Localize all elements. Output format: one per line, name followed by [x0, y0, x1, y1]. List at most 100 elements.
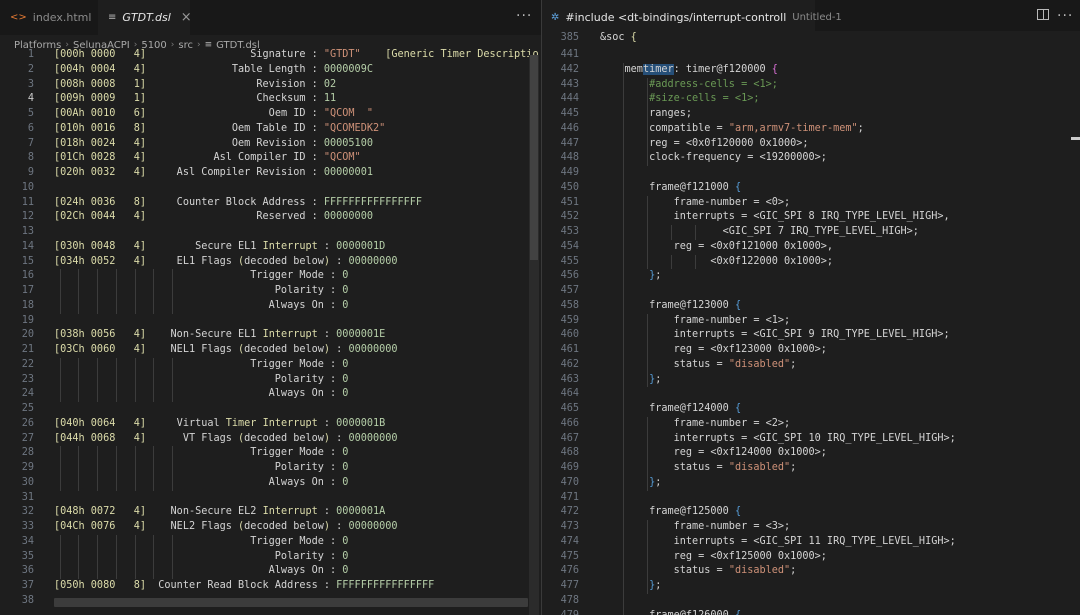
tab-gtdt-dsl[interactable]: ≡ GTDT.dsl × [98, 0, 192, 35]
code-line[interactable]: 468 reg = <0xf124000 0x1000>; [541, 446, 1080, 461]
code-line[interactable]: 451 frame-number = <0>; [541, 196, 1080, 211]
code-line[interactable]: 19 [0, 314, 541, 329]
code-line[interactable]: 15 [034h 0052 4] EL1 Flags (decoded below… [0, 255, 541, 270]
code-line[interactable]: 4 [009h 0009 1] Checksum : 11 [0, 92, 541, 107]
code-line[interactable]: 21 [03Ch 0060 4] NEL1 Flags (decoded belo… [0, 343, 541, 358]
code-line[interactable]: 22 Trigger Mode : 0 [0, 358, 541, 373]
code-line[interactable]: 16 Trigger Mode : 0 [0, 269, 541, 284]
code-line[interactable]: 26 [040h 0064 4] Virtual Timer Interrupt … [0, 417, 541, 432]
code-line[interactable]: 441 [541, 48, 1080, 63]
code-line[interactable]: 447 reg = <0x0f120000 0x1000>; [541, 137, 1080, 152]
line-number: 447 [560, 137, 579, 149]
code-line[interactable]: 458 frame@f123000 { [541, 299, 1080, 314]
code-line[interactable]: 461 reg = <0xf123000 0x1000>; [541, 343, 1080, 358]
code-line[interactable]: 2 [004h 0004 4] Table Length : 0000009C [0, 63, 541, 78]
code-line[interactable]: 473 frame-number = <3>; [541, 520, 1080, 535]
code-line[interactable]: 467 interrupts = <GIC_SPI 10 IRQ_TYPE_LE… [541, 432, 1080, 447]
vertical-scrollbar[interactable] [1068, 35, 1078, 615]
code-line[interactable]: 31 [0, 491, 541, 506]
split-editor-icon[interactable] [1037, 9, 1049, 20]
code-line[interactable]: 445 ranges; [541, 107, 1080, 122]
code-line[interactable]: 3 [008h 0008 1] Revision : 02 [0, 78, 541, 93]
code-line[interactable]: 27 [044h 0068 4] VT Flags (decoded below)… [0, 432, 541, 447]
code-line[interactable]: 474 interrupts = <GIC_SPI 11 IRQ_TYPE_LE… [541, 535, 1080, 550]
code-line[interactable]: 469 status = "disabled"; [541, 461, 1080, 476]
code-line[interactable]: 455 <0x0f122000 0x1000>; [541, 255, 1080, 270]
code-line[interactable]: 443 #address-cells = <1>; [541, 78, 1080, 93]
token: Oem Revision : [146, 137, 324, 149]
code-line[interactable]: 450 frame@f121000 { [541, 181, 1080, 196]
code-line[interactable]: 477 }; [541, 579, 1080, 594]
sticky-scroll-header[interactable]: 385 &soc { [541, 31, 1080, 47]
code-line[interactable]: 465 frame@f124000 { [541, 402, 1080, 417]
code-line[interactable]: 17 Polarity : 0 [0, 284, 541, 299]
code-line[interactable]: 10 [0, 181, 541, 196]
line-number: 14 [21, 240, 34, 252]
code-line[interactable]: 14 [030h 0048 4] Secure EL1 Interrupt : 0… [0, 240, 541, 255]
code-line[interactable]: 478 [541, 594, 1080, 609]
code-line[interactable]: 452 interrupts = <GIC_SPI 8 IRQ_TYPE_LEV… [541, 210, 1080, 225]
code-line[interactable]: 464 [541, 387, 1080, 402]
code-editor-gtdt[interactable]: 1 [000h 0000 4] Signature : "GTDT" [Gener… [0, 48, 541, 615]
code-line[interactable]: 29 Polarity : 0 [0, 461, 541, 476]
code-line[interactable]: 385 &soc { [541, 31, 1080, 46]
code-line[interactable]: 8 [01Ch 0028 4] Asl Compiler ID : "QCOM" [0, 151, 541, 166]
more-actions-icon[interactable]: ··· [516, 8, 532, 24]
code-line[interactable]: 18 Always On : 0 [0, 299, 541, 314]
code-line[interactable]: 33 [04Ch 0076 4] NEL2 Flags (decoded belo… [0, 520, 541, 535]
code-line[interactable]: 28 Trigger Mode : 0 [0, 446, 541, 461]
line-number: 460 [560, 329, 579, 341]
code-line[interactable]: 457 [541, 284, 1080, 299]
code-line[interactable]: 460 interrupts = <GIC_SPI 9 IRQ_TYPE_LEV… [541, 328, 1080, 343]
code-line[interactable]: 37 [050h 0080 8] Counter Read Block Addre… [0, 579, 541, 594]
code-line[interactable]: 448 clock-frequency = <19200000>; [541, 151, 1080, 166]
line-code: [020h 0032 4] Asl Compiler Revision : 00… [54, 166, 373, 181]
code-line[interactable]: 24 Always On : 0 [0, 387, 541, 402]
vertical-scrollbar[interactable] [529, 55, 539, 615]
code-line[interactable]: 12 [02Ch 0044 4] Reserved : 00000000 [0, 210, 541, 225]
code-line[interactable]: 479 frame@f126000 { [541, 609, 1080, 615]
code-line[interactable]: 442 memtimer: timer@f120000 { [541, 63, 1080, 78]
scrollbar-thumb[interactable] [530, 55, 538, 260]
code-line[interactable]: 11 [024h 0036 8] Counter Block Address : … [0, 196, 541, 211]
code-line[interactable]: 456 }; [541, 269, 1080, 284]
code-line[interactable]: 471 [541, 491, 1080, 506]
code-line[interactable]: 466 frame-number = <2>; [541, 417, 1080, 432]
code-line[interactable]: 476 status = "disabled"; [541, 564, 1080, 579]
code-line[interactable]: 453 <GIC_SPI 7 IRQ_TYPE_LEVEL_HIGH>; [541, 225, 1080, 240]
close-icon[interactable]: × [181, 10, 192, 25]
indent-guide [135, 534, 136, 579]
code-line[interactable]: 23 Polarity : 0 [0, 373, 541, 388]
code-line[interactable]: 446 compatible = "arm,armv7-timer-mem"; [541, 122, 1080, 137]
code-line[interactable]: 5 [00Ah 0010 6] Oem ID : "QCOM " [0, 107, 541, 122]
code-line[interactable]: 472 frame@f125000 { [541, 505, 1080, 520]
code-line[interactable]: 449 [541, 166, 1080, 181]
code-line[interactable]: 470 }; [541, 476, 1080, 491]
code-line[interactable]: 6 [010h 0016 8] Oem Table ID : "QCOMEDK2" [0, 122, 541, 137]
code-line[interactable]: 7 [018h 0024 4] Oem Revision : 00005100 [0, 137, 541, 152]
code-line[interactable]: 444 #size-cells = <1>; [541, 92, 1080, 107]
token: 0 [342, 270, 349, 282]
code-line[interactable]: 32 [048h 0072 4] Non-Secure EL2 Interrupt… [0, 505, 541, 520]
editor-split-divider[interactable] [541, 0, 542, 615]
code-line[interactable]: 20 [038h 0056 4] Non-Secure EL1 Interrupt… [0, 328, 541, 343]
code-line[interactable]: 25 [0, 402, 541, 417]
code-line[interactable]: 462 status = "disabled"; [541, 358, 1080, 373]
tab-index-html[interactable]: <> index.html × [0, 0, 112, 35]
code-line[interactable]: 463 }; [541, 373, 1080, 388]
code-line[interactable]: 1 [000h 0000 4] Signature : "GTDT" [Gener… [0, 48, 541, 63]
more-actions-icon[interactable]: ··· [1057, 8, 1073, 24]
code-line[interactable]: 9 [020h 0032 4] Asl Compiler Revision : 0… [0, 166, 541, 181]
line-number: 461 [560, 344, 579, 355]
code-line[interactable]: 34 Trigger Mode : 0 [0, 535, 541, 550]
code-editor-dts[interactable]: 441 442 memtimer: timer@f120000 {443 #add… [541, 48, 1080, 615]
code-line[interactable]: 36 Always On : 0 [0, 564, 541, 579]
code-line[interactable]: 35 Polarity : 0 [0, 550, 541, 565]
code-line[interactable]: 454 reg = <0x0f121000 0x1000>, [541, 240, 1080, 255]
code-line[interactable]: 30 Always On : 0 [0, 476, 541, 491]
code-line[interactable]: 13 [0, 225, 541, 240]
tab-untitled-1[interactable]: ✲ #include <dt-bindings/interrupt-contro… [541, 0, 842, 35]
horizontal-scrollbar[interactable] [54, 598, 528, 607]
code-line[interactable]: 475 reg = <0xf125000 0x1000>; [541, 550, 1080, 565]
code-line[interactable]: 459 frame-number = <1>; [541, 314, 1080, 329]
